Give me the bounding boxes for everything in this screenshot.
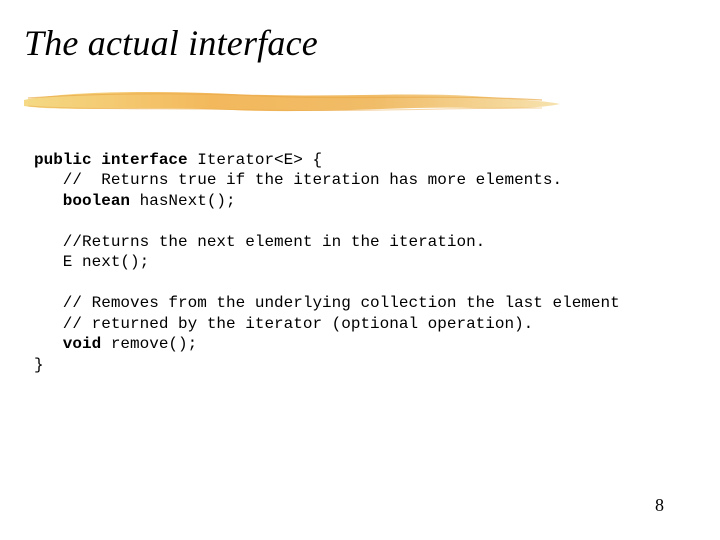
slide-title: The actual interface bbox=[24, 22, 318, 64]
code-close-brace: } bbox=[34, 356, 44, 374]
keyword-boolean: boolean bbox=[34, 192, 130, 210]
code-comment-remove1: // Removes from the underlying collectio… bbox=[34, 294, 620, 312]
slide: The actual interface public interface It… bbox=[0, 0, 720, 540]
code-iterator-sig: Iterator<E> { bbox=[188, 151, 322, 169]
keyword-public-interface: public interface bbox=[34, 151, 188, 169]
page-number: 8 bbox=[655, 495, 664, 516]
code-comment-remove2: // returned by the iterator (optional op… bbox=[34, 315, 533, 333]
code-block: public interface Iterator<E> { // Return… bbox=[34, 150, 686, 375]
keyword-void: void bbox=[34, 335, 101, 353]
brush-underline bbox=[22, 86, 562, 118]
code-hasnext-sig: hasNext(); bbox=[130, 192, 236, 210]
code-next-sig: E next(); bbox=[34, 253, 149, 271]
code-comment-hasnext: // Returns true if the iteration has mor… bbox=[34, 171, 562, 189]
code-remove-sig: remove(); bbox=[101, 335, 197, 353]
code-comment-next: //Returns the next element in the iterat… bbox=[34, 233, 485, 251]
